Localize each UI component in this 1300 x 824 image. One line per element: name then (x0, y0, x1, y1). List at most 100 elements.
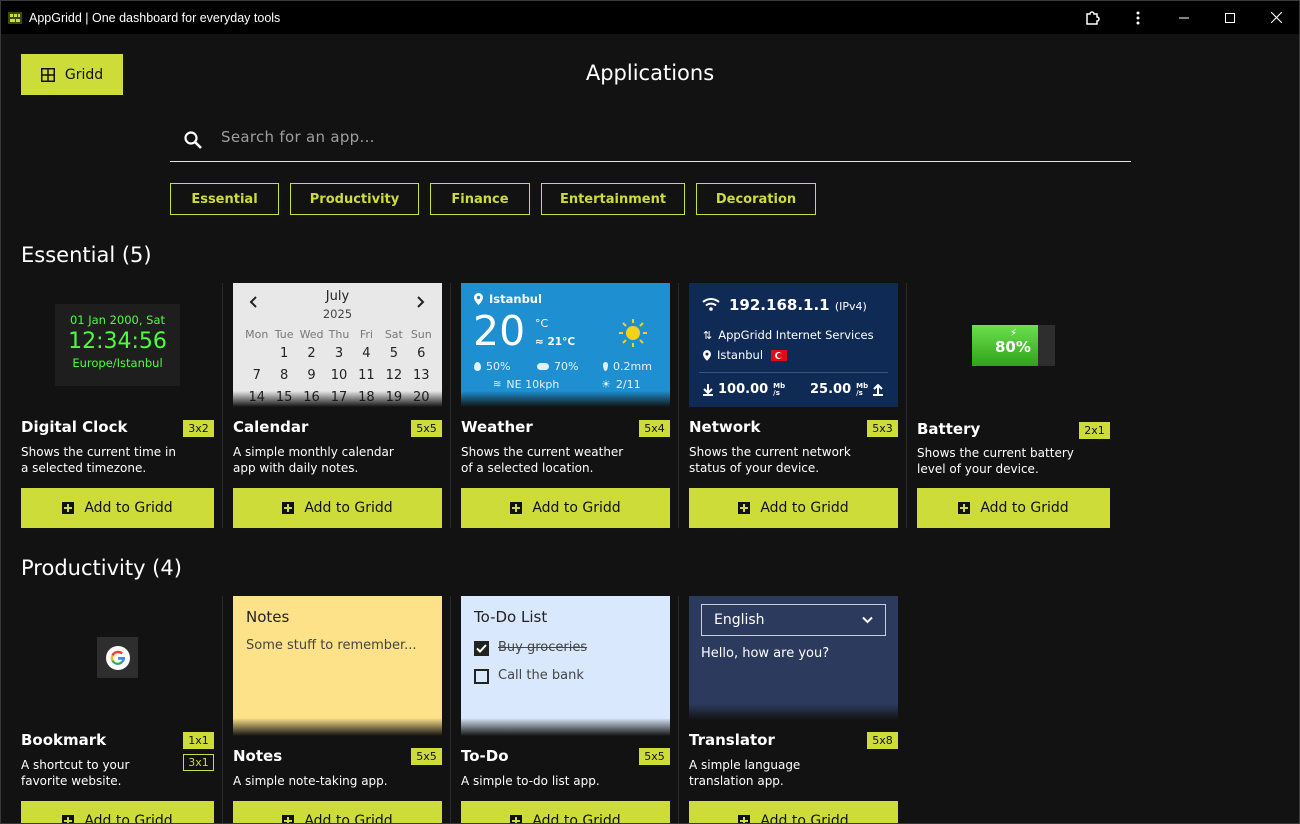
chip-decoration[interactable]: Decoration (696, 183, 816, 215)
app-name: Digital Clock (21, 418, 128, 436)
search-icon (184, 131, 202, 149)
calendar-day[interactable]: 1 (270, 346, 297, 361)
add-to-gridd-button[interactable]: Add to Gridd (233, 801, 442, 823)
wifi-icon (702, 298, 720, 311)
chip-finance[interactable]: Finance (430, 183, 530, 215)
weather-uv: ☀ 2/11 (601, 378, 641, 391)
calendar-day[interactable]: 11 (353, 368, 380, 383)
plus-box-icon (62, 815, 75, 823)
bookmark-preview (97, 637, 138, 678)
size-badge: 5x5 (411, 420, 442, 437)
maximize-icon (1225, 12, 1235, 23)
download-icon (703, 383, 713, 396)
turkey-flag-icon (771, 349, 788, 361)
app-name: Weather (461, 418, 533, 436)
chevron-down-icon (862, 616, 873, 624)
size-badge: 1x1 (183, 732, 214, 749)
translator-preview: English Hello, how are you? (689, 596, 898, 720)
wind-icon: ≋ (493, 379, 502, 390)
plus-box-icon (282, 502, 295, 514)
add-to-gridd-button[interactable]: Add to Gridd (917, 488, 1110, 528)
weather-humidity: 50% (474, 360, 510, 373)
calendar-day[interactable]: 4 (353, 346, 380, 361)
rain-icon (603, 362, 608, 371)
menu-button[interactable] (1115, 1, 1161, 34)
language-select[interactable]: English (701, 604, 886, 636)
uv-sun-icon: ☀ (601, 378, 611, 391)
app-description: Shows the current time in a selected time… (21, 445, 176, 475)
maximize-button[interactable] (1207, 1, 1253, 34)
add-to-gridd-button[interactable]: Add to Gridd (689, 801, 898, 823)
weather-cloud: 70% (537, 360, 578, 373)
close-button[interactable] (1253, 1, 1299, 34)
calendar-day[interactable]: 2 (298, 346, 325, 361)
weather-wind: ≋ NE 10kph (493, 378, 560, 391)
calendar-day[interactable]: 7 (243, 368, 270, 383)
section-title-essential: Essential (5) (21, 243, 152, 267)
upload-icon (873, 383, 884, 396)
extensions-button[interactable] (1069, 1, 1115, 34)
card-divider (450, 596, 451, 823)
todo-item-1: Buy groceries (498, 640, 588, 655)
app-description: Shows the current network status of your … (689, 445, 851, 475)
card-divider (678, 596, 679, 823)
size-badge: 5x4 (639, 420, 670, 437)
add-to-gridd-button[interactable]: Add to Gridd (461, 488, 670, 528)
network-upload: 25.00 Mb/s (810, 382, 884, 397)
weather-feels: ≈ 21°C (535, 336, 576, 348)
chip-essential[interactable]: Essential (170, 183, 279, 215)
card-divider (678, 283, 679, 528)
size-badge: 5x8 (867, 732, 898, 749)
calendar-day[interactable]: 12 (380, 368, 407, 383)
notes-title: Notes (246, 608, 290, 626)
add-to-gridd-button[interactable]: Add to Gridd (461, 801, 670, 823)
clock-date: 01 Jan 2000, Sat (69, 313, 166, 327)
network-divider (699, 372, 888, 373)
chip-productivity[interactable]: Productivity (290, 183, 419, 215)
plus-box-icon (282, 815, 295, 823)
network-location: Istanbul (703, 348, 788, 362)
weather-temp: 20 (473, 307, 526, 355)
add-to-gridd-button[interactable]: Add to Gridd (21, 488, 214, 528)
calendar-day[interactable]: 3 (325, 346, 352, 361)
calendar-day[interactable]: 8 (270, 368, 297, 383)
app-name: Bookmark (21, 731, 107, 749)
clock-time: 12:34:56 (68, 329, 167, 354)
size-badge: 5x5 (639, 748, 670, 765)
plus-box-icon (62, 502, 75, 514)
plus-box-icon (510, 815, 523, 823)
add-to-gridd-button[interactable]: Add to Gridd (21, 801, 214, 823)
app-name: Calendar (233, 418, 309, 436)
network-ip: 192.168.1.1 (IPv4) (729, 296, 867, 314)
app-name: Battery (917, 420, 981, 438)
calendar-day[interactable]: 6 (408, 346, 435, 361)
plus-box-icon (510, 502, 523, 514)
weather-rain: 0.2mm (603, 360, 652, 373)
search-input[interactable] (221, 128, 1021, 146)
calendar-day[interactable]: 5 (380, 346, 407, 361)
search-bar (170, 113, 1131, 162)
calendar-weekdays: Mon Tue Wed Thu Fri Sat Sun (245, 328, 432, 341)
checkbox-checked-icon[interactable] (474, 641, 489, 656)
page-title: Applications (585, 61, 715, 85)
calendar-day[interactable]: 10 (325, 368, 352, 383)
calendar-preview: July 2025 Mon Tue Wed Thu Fri Sat Sun 123456 7… (233, 283, 442, 407)
close-icon (1270, 12, 1282, 23)
size-badge: 5x5 (411, 748, 442, 765)
calendar-day[interactable]: 9 (298, 368, 325, 383)
add-to-gridd-button[interactable]: Add to Gridd (689, 488, 898, 528)
todo-item-2: Call the bank (498, 668, 584, 683)
calendar-day[interactable]: 13 (408, 368, 435, 383)
chip-entertainment[interactable]: Entertainment (541, 183, 685, 215)
language-selected: English (714, 612, 765, 628)
checkbox-empty-icon[interactable] (474, 669, 489, 684)
clock-preview: 01 Jan 2000, Sat 12:34:56 Europe/Istanbu… (55, 304, 180, 386)
plus-box-icon (738, 815, 751, 823)
weather-preview: Istanbul 20 °C ≈ 21°C 50% 70% 0.2mm ≋ NE … (461, 283, 670, 407)
minimize-button[interactable] (1161, 1, 1207, 34)
section-title-productivity: Productivity (4) (21, 556, 182, 580)
weather-city: Istanbul (489, 292, 542, 306)
add-to-gridd-button[interactable]: Add to Gridd (233, 488, 442, 528)
card-divider (906, 283, 907, 528)
title-bar: AppGridd | One dashboard for everyday to… (1, 1, 1299, 34)
